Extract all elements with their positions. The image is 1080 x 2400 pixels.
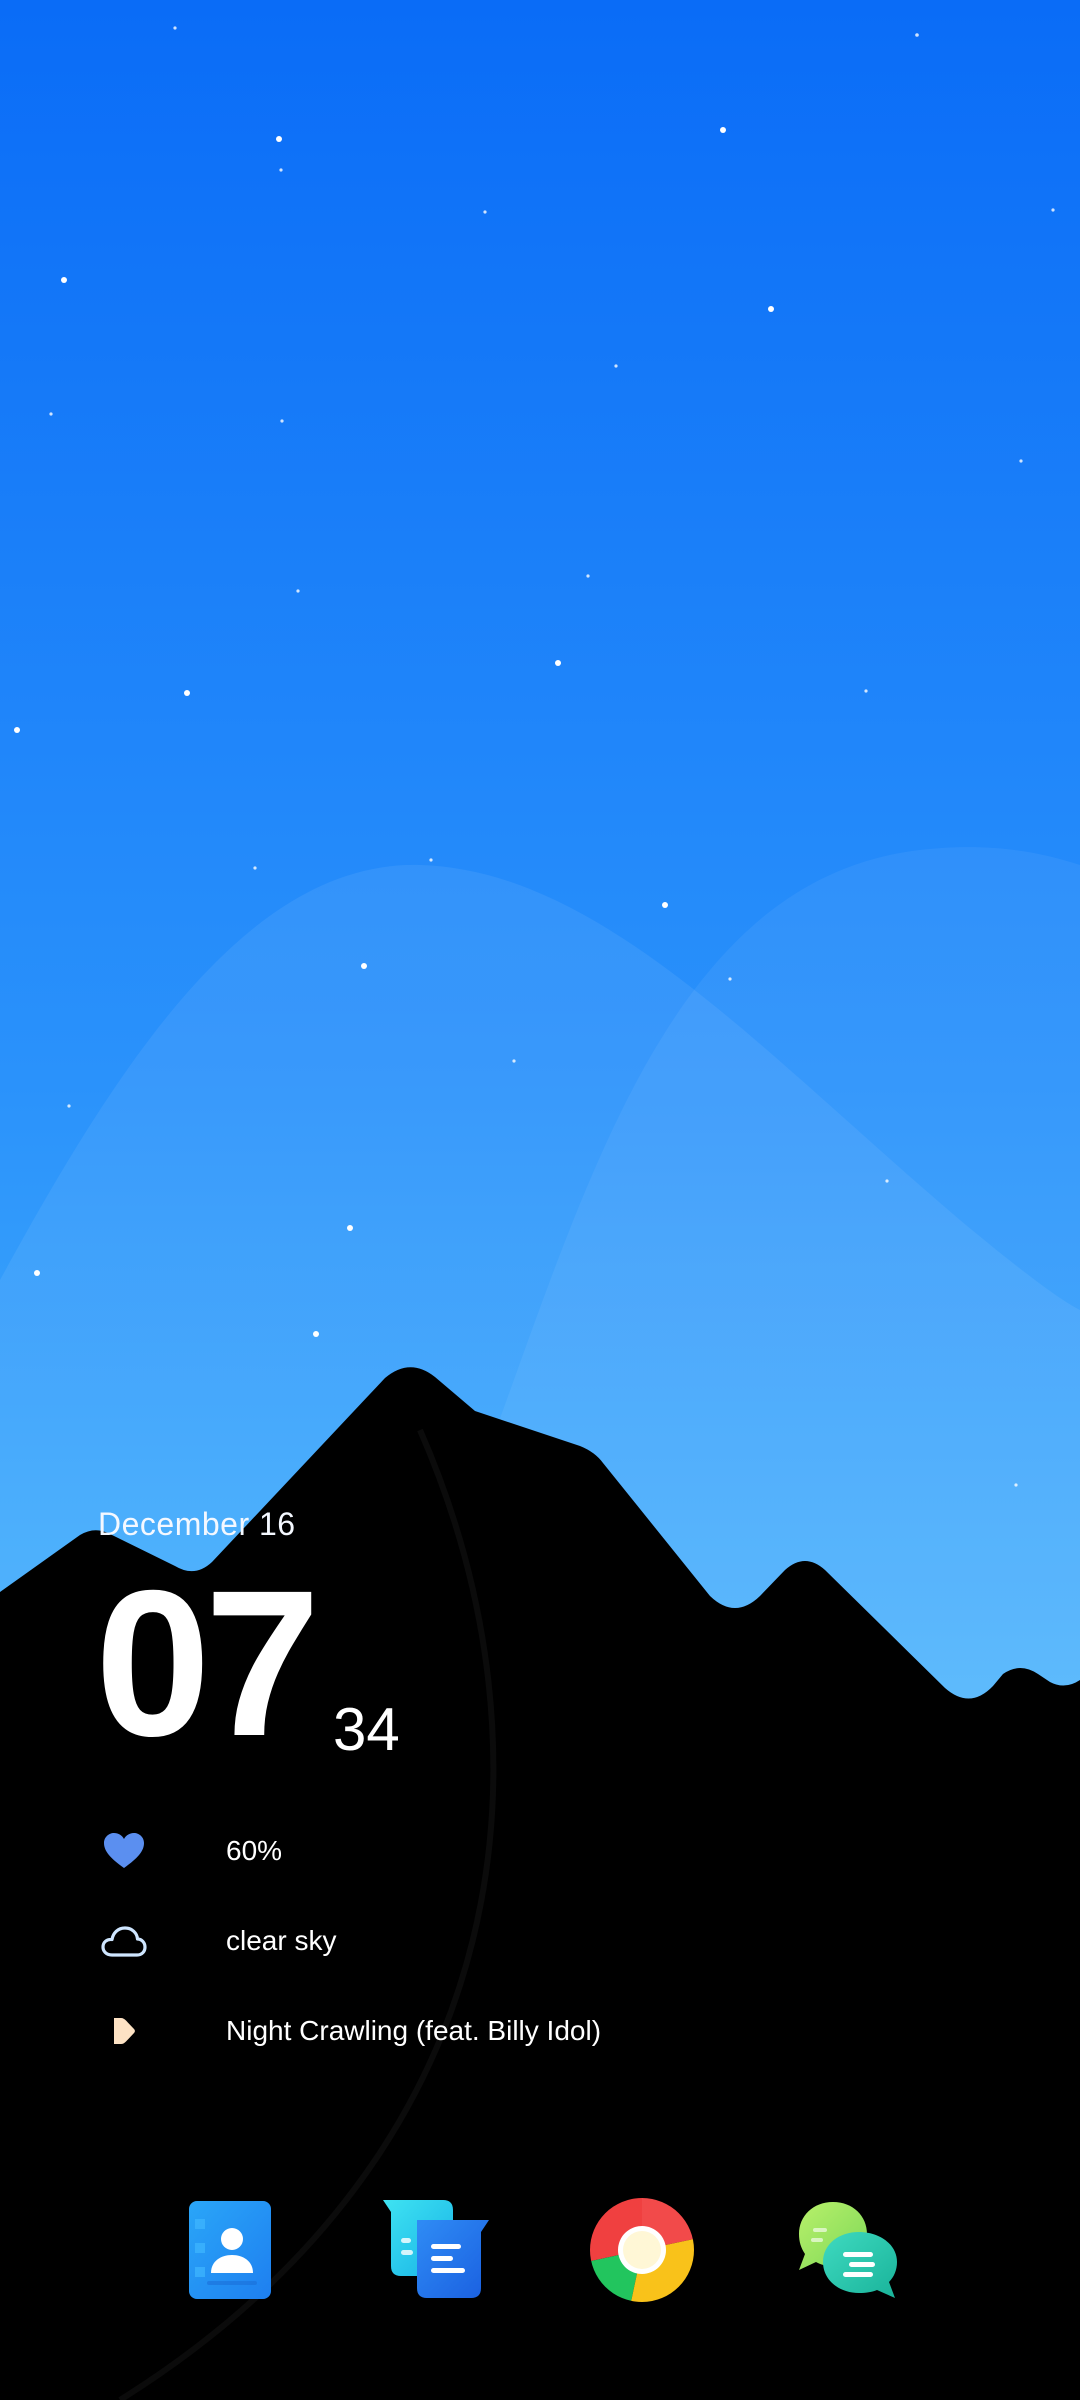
lock-screen: December 16 07 34 60% clear sky Night Cr… <box>0 0 1080 2400</box>
cloud-icon <box>98 1915 150 1967</box>
weather-text: clear sky <box>226 1925 337 1956</box>
chrome-app[interactable] <box>586 2196 698 2308</box>
battery-level-text: 60% <box>226 1835 283 1866</box>
chat-icon <box>793 2198 903 2307</box>
contacts-app[interactable] <box>174 2196 286 2308</box>
heart-icon <box>98 1825 150 1877</box>
messages-icon <box>381 2198 491 2307</box>
clock-hour: 07 <box>95 1548 320 1780</box>
clock-minute: 34 <box>333 1696 400 1763</box>
lockscreen-date: December 16 <box>98 1506 296 1542</box>
weather-status: clear sky <box>98 1915 336 1967</box>
battery-status: 60% <box>98 1825 282 1877</box>
track-title[interactable]: Night Crawling (feat. Billy Idol) <box>226 2015 601 2047</box>
chrome-icon <box>588 2196 696 2309</box>
chat-app[interactable] <box>792 2196 904 2308</box>
messages-app[interactable] <box>380 2196 492 2308</box>
play-icon[interactable] <box>98 2005 150 2057</box>
contacts-icon <box>187 2199 273 2306</box>
now-playing[interactable]: Night Crawling (feat. Billy Idol) <box>98 2005 601 2057</box>
